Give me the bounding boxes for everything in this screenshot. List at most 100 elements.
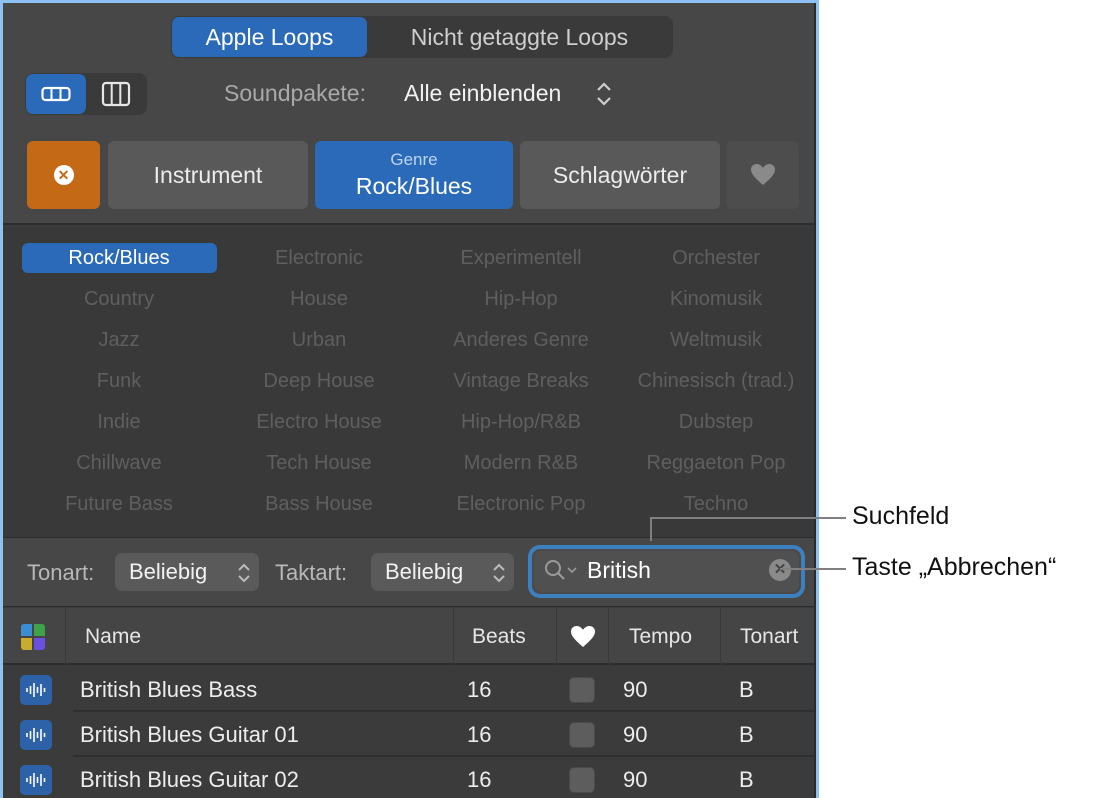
genre-item[interactable]: Bass House [265,489,373,519]
popup-arrows-icon [493,563,505,583]
genre-item[interactable]: Vintage Breaks [453,366,588,396]
clear-icon: ✕ [53,165,74,185]
genre-item[interactable]: Electro House [256,407,382,437]
genre-item[interactable]: Modern R&B [464,448,579,478]
genre-item[interactable]: Dubstep [679,407,754,437]
callout-leader-line [780,568,846,570]
genre-value: Rock/Blues [355,173,473,199]
search-cancel-button[interactable]: ✕ [769,559,791,581]
loop-browser-panel: Apple Loops Nicht getaggte Loops Soundpa… [0,0,819,798]
meter-label: Taktart: [275,560,348,585]
loop-beats: 16 [467,722,492,747]
favorites-filter-button[interactable] [726,141,799,209]
search-icon[interactable] [544,559,580,583]
genre-item[interactable]: Orchester [672,243,760,273]
loop-name: British Blues Guitar 01 [80,722,299,747]
genre-item[interactable]: Electronic [275,243,363,273]
column-header-key[interactable]: Tonart [720,608,816,665]
soundpacks-popup[interactable]: Alle einblenden [404,80,561,107]
loop-type-color-icon [21,624,45,650]
loop-tempo: 90 [623,767,648,792]
loop-tempo: 90 [623,722,648,747]
button-view-toggle[interactable] [26,74,86,114]
genre-item[interactable]: Chillwave [76,448,162,478]
column-header-tempo[interactable]: Tempo [608,608,720,665]
column-header-name[interactable]: Name [65,608,453,665]
genre-item[interactable]: Rock/Blues [21,243,217,273]
loop-source-segmented-control: Apple Loops Nicht getaggte Loops [171,16,673,58]
genre-item[interactable]: Experimentell [460,243,581,273]
soundpacks-label: Soundpakete: [224,80,366,106]
popup-arrows-icon[interactable] [594,79,614,109]
loop-beats: 16 [467,677,492,702]
genre-item[interactable]: Jazz [98,325,139,355]
filter-bar: Tonart: Beliebig Taktart: Beliebig Briti [3,537,814,607]
audio-loop-icon [20,720,52,750]
genre-item[interactable]: Urban [292,325,346,355]
genre-item[interactable]: Electronic Pop [457,489,586,519]
audio-loop-icon [20,675,52,705]
favorite-checkbox[interactable] [569,677,595,703]
column-header-favorite[interactable] [556,608,608,665]
key-value: Beliebig [129,559,208,584]
browser-header: Apple Loops Nicht getaggte Loops Soundpa… [3,3,814,225]
genre-item[interactable]: Hip-Hop/R&B [461,407,581,437]
genre-item[interactable]: Deep House [263,366,374,396]
heart-icon [571,626,595,647]
keywords-label: Schlagwörter [552,161,688,188]
table-row[interactable]: British Blues Bass 16 90 B [3,667,814,712]
loop-key: B [739,767,754,792]
loop-beats: 16 [467,767,492,792]
waveform-icon [26,728,46,742]
meter-value: Beliebig [385,559,464,584]
button-view-icon [41,86,71,102]
genre-caption: Genre [390,150,438,169]
table-row[interactable]: British Blues Guitar 02 16 90 B [3,757,814,798]
genre-button[interactable]: Genre Rock/Blues [315,141,513,209]
popup-arrows-icon [238,563,250,583]
column-header-beats[interactable]: Beats [453,608,556,665]
audio-loop-icon [20,765,52,795]
keywords-button[interactable]: Schlagwörter [520,141,720,209]
genre-item[interactable]: House [290,284,348,314]
meter-popup[interactable]: Beliebig [371,553,514,591]
genre-item[interactable]: Chinesisch (trad.) [638,366,795,396]
loop-key: B [739,677,754,702]
genre-item[interactable]: Kinomusik [670,284,762,314]
search-field[interactable]: British ✕ [528,545,805,598]
callout-cancel-button: Taste „Abbrechen“ [852,553,1057,581]
column-view-toggle[interactable] [86,74,146,114]
table-row[interactable]: British Blues Guitar 01 16 90 B [3,712,814,757]
genre-item[interactable]: Techno [684,489,749,519]
waveform-icon [26,683,46,697]
favorite-checkbox[interactable] [569,767,595,793]
table-header: Name Beats Tempo Tonart [3,608,814,665]
genre-item[interactable]: Indie [97,407,140,437]
instrument-button[interactable]: Instrument [108,141,308,209]
key-label: Tonart: [27,560,95,585]
instrument-label: Instrument [153,161,263,188]
tab-apple-loops[interactable]: Apple Loops [172,17,367,57]
loop-tempo: 90 [623,677,648,702]
callout-leader-line [650,517,846,519]
tab-untagged-loops[interactable]: Nicht getaggte Loops [367,17,672,57]
clear-filters-button[interactable]: ✕ [27,141,100,209]
genre-item[interactable]: Weltmusik [670,325,762,355]
genre-item[interactable]: Funk [97,366,141,396]
genre-item[interactable]: Tech House [266,448,372,478]
view-toggle [25,73,147,115]
callout-search-field: Suchfeld [852,502,950,530]
genre-item[interactable]: Future Bass [65,489,173,519]
search-input[interactable]: British [587,557,651,584]
waveform-icon [26,773,46,787]
key-popup[interactable]: Beliebig [115,553,259,591]
genre-item[interactable]: Country [84,284,154,314]
genre-item[interactable]: Anderes Genre [453,325,589,355]
genre-item[interactable]: Reggaeton Pop [646,448,785,478]
heart-icon [750,164,775,185]
loop-name: British Blues Bass [80,677,258,702]
loop-type-column-header[interactable] [20,623,46,656]
favorite-checkbox[interactable] [569,722,595,748]
genre-item[interactable]: Hip-Hop [484,284,557,314]
column-view-icon [101,81,131,107]
